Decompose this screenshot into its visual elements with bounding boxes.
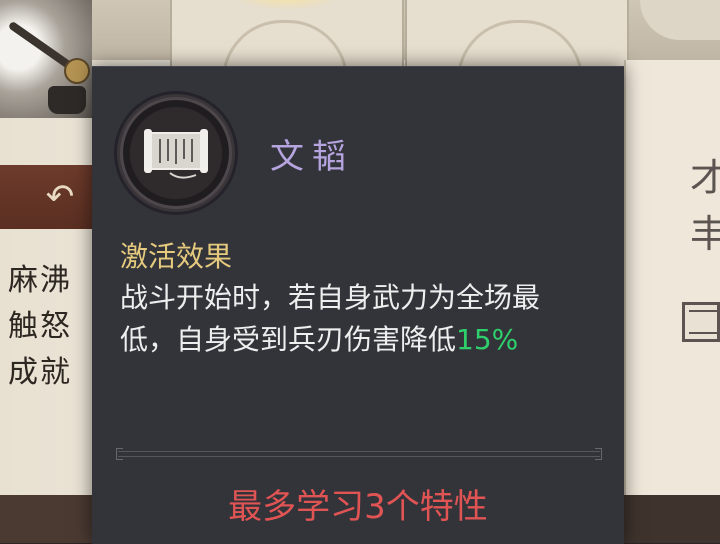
trait-tooltip: 文韬 激活效果 战斗开始时，若自身武力为全场最低，自身受到兵刃伤害降低15% 最… (92, 66, 624, 544)
top-panel-right (405, 0, 629, 86)
right-stamp-icon[interactable] (682, 302, 720, 342)
effect-description: 战斗开始时，若自身武力为全场最低，自身受到兵刃伤害降低15% (120, 277, 590, 361)
right-side-panel (624, 60, 720, 500)
section-title: 激活效果 (120, 240, 233, 273)
effect-value: 15% (456, 323, 519, 356)
character-portrait-art (0, 0, 92, 118)
background-skill-line[interactable]: 触怒 (0, 304, 72, 350)
undo-arrow-icon[interactable]: ↶ (40, 177, 80, 217)
divider (116, 448, 602, 460)
left-action-band: ↶ (0, 165, 92, 229)
right-partial-text: 才 丰 (690, 156, 720, 256)
scroll-icon (144, 129, 208, 179)
background-skill-list: 麻沸 触怒 成就 (0, 258, 92, 396)
pipe-knob-art (64, 58, 90, 84)
pot-art (48, 86, 86, 114)
skill-name: 文韬 (270, 137, 354, 177)
background-skill-line[interactable]: 成就 (0, 350, 72, 396)
background-skill-line[interactable]: 麻沸 (0, 258, 72, 304)
skill-icon-frame (114, 91, 238, 215)
top-panel-left (170, 0, 404, 86)
learn-limit-text: 最多学习3个特性 (228, 487, 488, 527)
